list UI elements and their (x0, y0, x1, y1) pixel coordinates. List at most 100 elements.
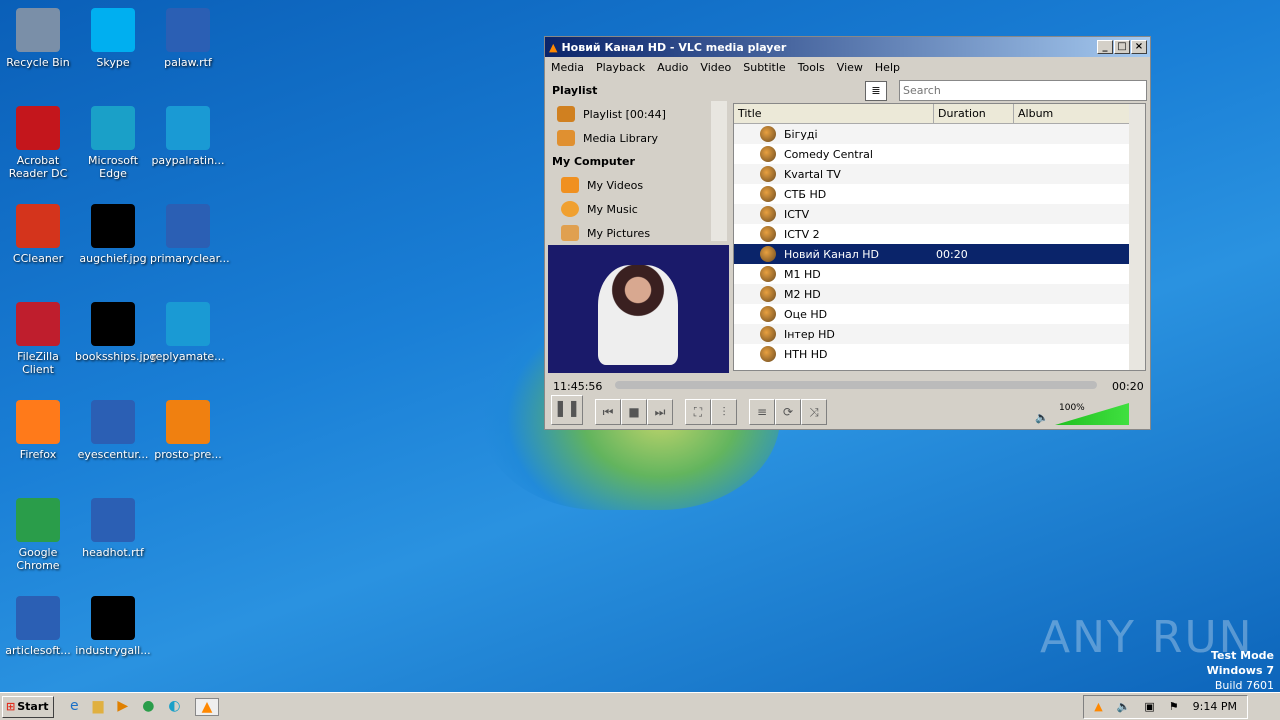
file-icon (166, 302, 210, 346)
stop-button[interactable]: ■ (621, 399, 647, 425)
ie-icon[interactable]: e (70, 698, 79, 716)
file-icon (91, 8, 135, 52)
maximize-button[interactable]: □ (1114, 40, 1130, 54)
windows-logo-icon: ⊞ (6, 700, 16, 713)
desktop-icon[interactable]: Recycle Bin (0, 8, 76, 69)
desktop-icon[interactable]: Google Chrome (0, 498, 76, 572)
extended-settings-button[interactable]: ⫶ (711, 399, 737, 425)
playlist-row[interactable]: ICTV 2 (734, 224, 1145, 244)
row-title: Бігуді (784, 127, 818, 141)
menu-view[interactable]: View (831, 61, 869, 74)
playlist-scrollbar[interactable] (1129, 104, 1145, 370)
pause-button[interactable]: ❚❚ (551, 395, 583, 425)
column-album[interactable]: Album (1014, 104, 1131, 123)
menu-tools[interactable]: Tools (792, 61, 831, 74)
seek-bar[interactable] (615, 381, 1097, 389)
total-time: 00:20 (1112, 380, 1144, 393)
menu-media[interactable]: Media (545, 61, 590, 74)
sidebar-item-music[interactable]: My Music (549, 197, 729, 221)
label: My Music (587, 202, 638, 216)
desktop-icon[interactable]: palaw.rtf (150, 8, 226, 69)
desktop-icon[interactable]: Skype (75, 8, 151, 69)
desktop-icon[interactable]: headhot.rtf (75, 498, 151, 559)
next-button[interactable]: ⏭ (647, 399, 673, 425)
desktop-icon-label: Microsoft Edge (87, 154, 139, 180)
playlist-view-button[interactable]: ≣ (865, 81, 887, 101)
desktop-icon[interactable]: eyescentur... (75, 400, 151, 461)
loop-button[interactable]: ⟳ (775, 399, 801, 425)
desktop-icon[interactable]: articlesoft... (0, 596, 76, 657)
desktop-icon-label: augchief.jpg (79, 252, 147, 265)
desktop-icon[interactable]: paypalratin... (150, 106, 226, 167)
clock[interactable]: 9:14 PM (1193, 700, 1237, 713)
menu-playback[interactable]: Playback (590, 61, 651, 74)
taskbar: ⊞ Start e ▆ ▶ ● ◐ ▲ ▲ 🔈 ▣ ⚑ 9:14 PM (0, 692, 1280, 720)
playlist-row[interactable]: ICTV (734, 204, 1145, 224)
fullscreen-button[interactable]: ⛶ (685, 399, 711, 425)
playlist-row[interactable]: Бігуді (734, 124, 1145, 144)
action-center-flag-icon[interactable]: ⚑ (1169, 700, 1179, 713)
network-tray-icon[interactable]: ▣ (1144, 700, 1154, 713)
desktop-icon-label: headhot.rtf (82, 546, 144, 559)
desktop-icon-label: Skype (96, 56, 130, 69)
media-player-icon[interactable]: ▶ (117, 698, 128, 716)
close-button[interactable]: × (1131, 40, 1147, 54)
column-duration[interactable]: Duration (934, 104, 1014, 123)
video-preview[interactable] (548, 245, 729, 373)
playlist-row[interactable]: СТБ HD (734, 184, 1145, 204)
previous-button[interactable]: ⏮ (595, 399, 621, 425)
vlc-tray-icon[interactable]: ▲ (1094, 700, 1102, 713)
globe-icon (760, 246, 776, 262)
desktop-icon[interactable]: booksships.jpg (75, 302, 157, 363)
playlist-row[interactable]: M1 HD (734, 264, 1145, 284)
vlc-taskbar-icon[interactable]: ▲ (194, 697, 220, 716)
desktop-icon-label: Firefox (19, 448, 57, 461)
playlist-row[interactable]: Новий Канал HD 00:20 (734, 244, 1145, 264)
playlist-row[interactable]: Оце HD (734, 304, 1145, 324)
column-title[interactable]: Title (734, 104, 934, 123)
desktop-icon[interactable]: Firefox (0, 400, 76, 461)
sidebar-item-videos[interactable]: My Videos (549, 173, 729, 197)
desktop-icon[interactable]: primaryclear... (150, 204, 230, 265)
playlist-row[interactable]: Інтер HD (734, 324, 1145, 344)
playlist-row[interactable]: НТН HD (734, 344, 1145, 364)
start-button[interactable]: ⊞ Start (2, 695, 54, 718)
shuffle-button[interactable]: ⤨ (801, 399, 827, 425)
playlist-row[interactable]: Kvartal TV (734, 164, 1145, 184)
desktop-icon[interactable]: CCleaner (0, 204, 76, 265)
desktop-icon[interactable]: augchief.jpg (75, 204, 151, 265)
desktop-icon[interactable]: Acrobat Reader DC (0, 106, 76, 180)
menu-audio[interactable]: Audio (651, 61, 694, 74)
sidebar-item-playlist[interactable]: Playlist [00:44] (549, 102, 729, 126)
explorer-icon[interactable]: ▆ (93, 698, 104, 716)
desktop-icon[interactable]: FileZilla Client (0, 302, 76, 376)
desktop-icon[interactable]: industrygall... (75, 596, 151, 657)
row-title: Новий Канал HD (784, 247, 880, 261)
speaker-icon[interactable]: 🔈 (1035, 411, 1049, 424)
desktop-icon-label: Acrobat Reader DC (8, 154, 68, 180)
menu-video[interactable]: Video (694, 61, 737, 74)
playlist-button[interactable]: ≡ (749, 399, 775, 425)
edge-icon[interactable]: ◐ (168, 698, 180, 716)
sidebar-scrollbar[interactable] (711, 101, 727, 241)
menu-subtitle[interactable]: Subtitle (737, 61, 791, 74)
file-icon (91, 302, 135, 346)
playlist-row[interactable]: Comedy Central (734, 144, 1145, 164)
menu-help[interactable]: Help (869, 61, 906, 74)
desktop-icon[interactable]: Microsoft Edge (75, 106, 151, 180)
search-input[interactable] (899, 80, 1147, 101)
desktop-icon[interactable]: replyamate... (150, 302, 226, 363)
file-icon (166, 8, 210, 52)
sidebar-item-pictures[interactable]: My Pictures (549, 221, 729, 245)
desktop-icon[interactable]: prosto-pre... (150, 400, 226, 461)
sidebar-item-media-library[interactable]: Media Library (549, 126, 729, 150)
file-icon (91, 596, 135, 640)
playlist-heading: Playlist (552, 84, 598, 97)
playlist-row[interactable]: M2 HD (734, 284, 1145, 304)
minimize-button[interactable]: _ (1097, 40, 1113, 54)
volume-tray-icon[interactable]: 🔈 (1117, 700, 1131, 713)
globe-icon (760, 146, 776, 162)
sidebar: Playlist Playlist [00:44] Media Library … (549, 79, 729, 245)
title-bar[interactable]: ▲ Новий Канал HD - VLC media player _ □ × (545, 37, 1150, 57)
chrome-icon[interactable]: ● (142, 698, 154, 716)
